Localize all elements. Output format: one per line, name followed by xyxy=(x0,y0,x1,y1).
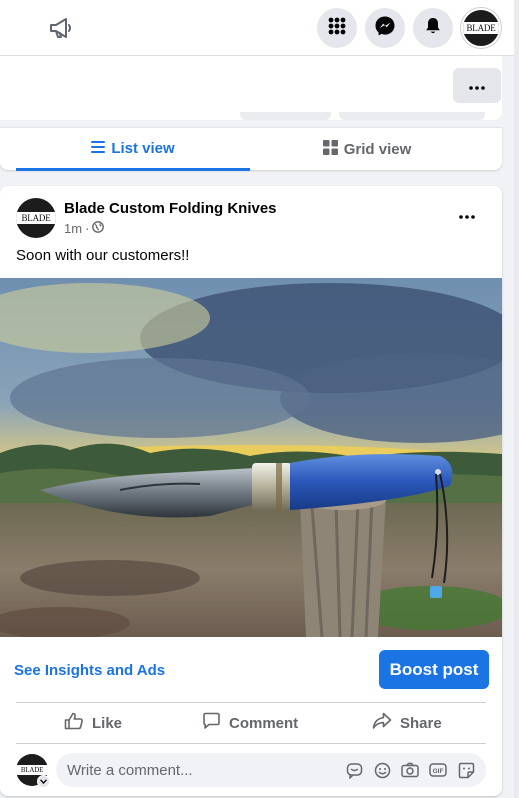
thumbs-up-icon xyxy=(64,712,84,734)
comment-label: Comment xyxy=(229,714,299,732)
post-text: Soon with our customers!! xyxy=(16,247,190,264)
page-header-strip xyxy=(0,56,502,120)
tab-grid-view-label: Grid view xyxy=(343,141,412,158)
tab-list-view-label: List view xyxy=(111,139,175,157)
messenger-button[interactable] xyxy=(365,8,405,48)
divider xyxy=(16,743,486,744)
blade-logo: BLADE xyxy=(16,765,48,775)
more-horizontal-icon xyxy=(469,77,485,95)
menu-grid-button[interactable] xyxy=(317,8,357,48)
notifications-button[interactable] xyxy=(413,8,453,48)
post-options-button[interactable] xyxy=(450,204,484,226)
scrollbar-track[interactable] xyxy=(514,0,519,798)
view-switcher: List view Grid view xyxy=(0,127,502,171)
identity-switch-chevron[interactable] xyxy=(37,775,50,788)
boost-post-button[interactable]: Boost post xyxy=(379,650,489,689)
comment-placeholder: Write a comment... xyxy=(67,762,193,779)
blade-logo: BLADE xyxy=(16,212,56,224)
blade-logo-text: BLADE xyxy=(21,213,51,223)
gif-icon[interactable]: GIF xyxy=(429,761,447,779)
tab-grid-view[interactable]: Grid view xyxy=(250,128,484,171)
grid-icon xyxy=(322,140,338,159)
more-horizontal-icon xyxy=(459,206,475,224)
post-meta: 1m · xyxy=(64,221,105,236)
like-label: Like xyxy=(92,714,123,732)
meta-separator: · xyxy=(85,221,90,236)
comment-button[interactable]: Comment xyxy=(202,708,298,738)
profile-avatar-button[interactable]: BLADE xyxy=(461,8,501,48)
filter-button-partial[interactable] xyxy=(240,112,331,120)
megaphone-icon[interactable] xyxy=(47,15,75,41)
more-options-button[interactable] xyxy=(453,68,501,103)
tab-list-view[interactable]: List view xyxy=(16,128,250,171)
list-icon xyxy=(91,140,106,157)
post-card: BLADE Blade Custom Folding Knives 1m · S… xyxy=(0,186,502,796)
emoji-icon[interactable] xyxy=(373,761,391,779)
post-author-avatar[interactable]: BLADE xyxy=(16,198,56,238)
comment-input[interactable]: Write a comment... GIF xyxy=(56,753,486,787)
share-arrow-icon xyxy=(372,712,392,734)
globe-icon[interactable] xyxy=(92,221,105,236)
sticker-icon[interactable] xyxy=(457,761,475,779)
comment-bubble-icon xyxy=(202,712,221,734)
blade-logo: BLADE xyxy=(463,22,499,34)
blade-logo-text: BLADE xyxy=(466,23,496,33)
camera-icon[interactable] xyxy=(401,761,419,779)
see-insights-link[interactable]: See Insights and Ads xyxy=(14,662,165,679)
blade-logo-text: BLADE xyxy=(20,766,44,774)
post-author-name[interactable]: Blade Custom Folding Knives xyxy=(64,200,277,217)
share-label: Share xyxy=(400,714,442,732)
commenter-avatar[interactable]: BLADE xyxy=(16,754,50,788)
svg-text:GIF: GIF xyxy=(433,768,444,775)
menu-grid-icon xyxy=(327,16,347,41)
post-photo[interactable] xyxy=(0,278,502,637)
share-button[interactable]: Share xyxy=(372,708,442,738)
like-button[interactable]: Like xyxy=(64,708,122,738)
manage-posts-button-partial[interactable] xyxy=(339,112,485,120)
post-timestamp[interactable]: 1m xyxy=(64,221,82,236)
avatar-sticker-icon[interactable] xyxy=(345,761,363,779)
top-navigation-bar: BLADE xyxy=(0,0,519,56)
notifications-bell-icon xyxy=(423,16,443,41)
messenger-icon xyxy=(374,15,396,42)
divider xyxy=(16,702,486,703)
